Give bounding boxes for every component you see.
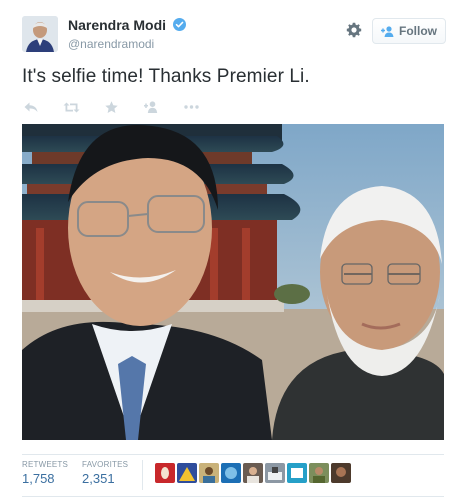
tweet-header: Narendra Modi @narendramodi Follow [22,14,448,58]
favorite-button[interactable] [102,100,120,114]
author-avatar[interactable] [22,16,58,52]
retweets-stat[interactable]: RETWEETS 1,758 [22,460,68,486]
favorites-label: FAVORITES [82,460,129,469]
more-dots-icon [183,105,199,109]
stats-divider-top [22,454,444,455]
favoriters-avatars [155,463,352,483]
favoriter-avatar[interactable] [199,463,220,483]
author-name[interactable]: Narendra Modi [68,17,166,33]
tweet-actions [22,98,222,116]
favoriter-avatar[interactable] [177,463,198,483]
reply-button[interactable] [22,100,40,114]
tweet-photo[interactable] [22,124,444,440]
tweet-text: It's selfie time! Thanks Premier Li. [22,66,310,87]
retweets-label: RETWEETS [22,460,69,469]
follow-user-button[interactable] [142,100,160,114]
follow-button[interactable]: Follow [372,18,446,44]
author-block: Narendra Modi @narendramodi [68,16,187,51]
more-button[interactable] [182,100,200,114]
verified-badge-icon [173,18,187,32]
reply-icon [24,102,38,112]
favoriter-avatar[interactable] [265,463,286,483]
favorites-count: 2,351 [82,471,115,486]
favoriter-avatar[interactable] [309,463,330,483]
retweets-count: 1,758 [22,471,55,486]
retweet-button[interactable] [62,100,80,114]
tweet-stats: RETWEETS 1,758 FAVORITES 2,351 [22,460,352,494]
favoriter-avatar[interactable] [155,463,176,483]
favoriter-avatar[interactable] [331,463,352,483]
follow-label: Follow [399,24,437,38]
author-handle[interactable]: @narendramodi [68,37,186,51]
gear-icon[interactable] [346,22,362,38]
stats-separator [142,460,144,490]
favoriter-avatar[interactable] [243,463,264,483]
follow-person-icon [144,101,158,113]
favorite-star-icon [104,100,118,113]
selfie-photo [22,124,444,440]
favorites-stat[interactable]: FAVORITES 2,351 [82,460,128,486]
follow-person-plus-icon [381,25,394,37]
favoriter-avatar[interactable] [287,463,308,483]
retweet-icon [63,102,79,112]
favoriter-avatar[interactable] [221,463,242,483]
stats-divider-bottom [22,496,444,497]
